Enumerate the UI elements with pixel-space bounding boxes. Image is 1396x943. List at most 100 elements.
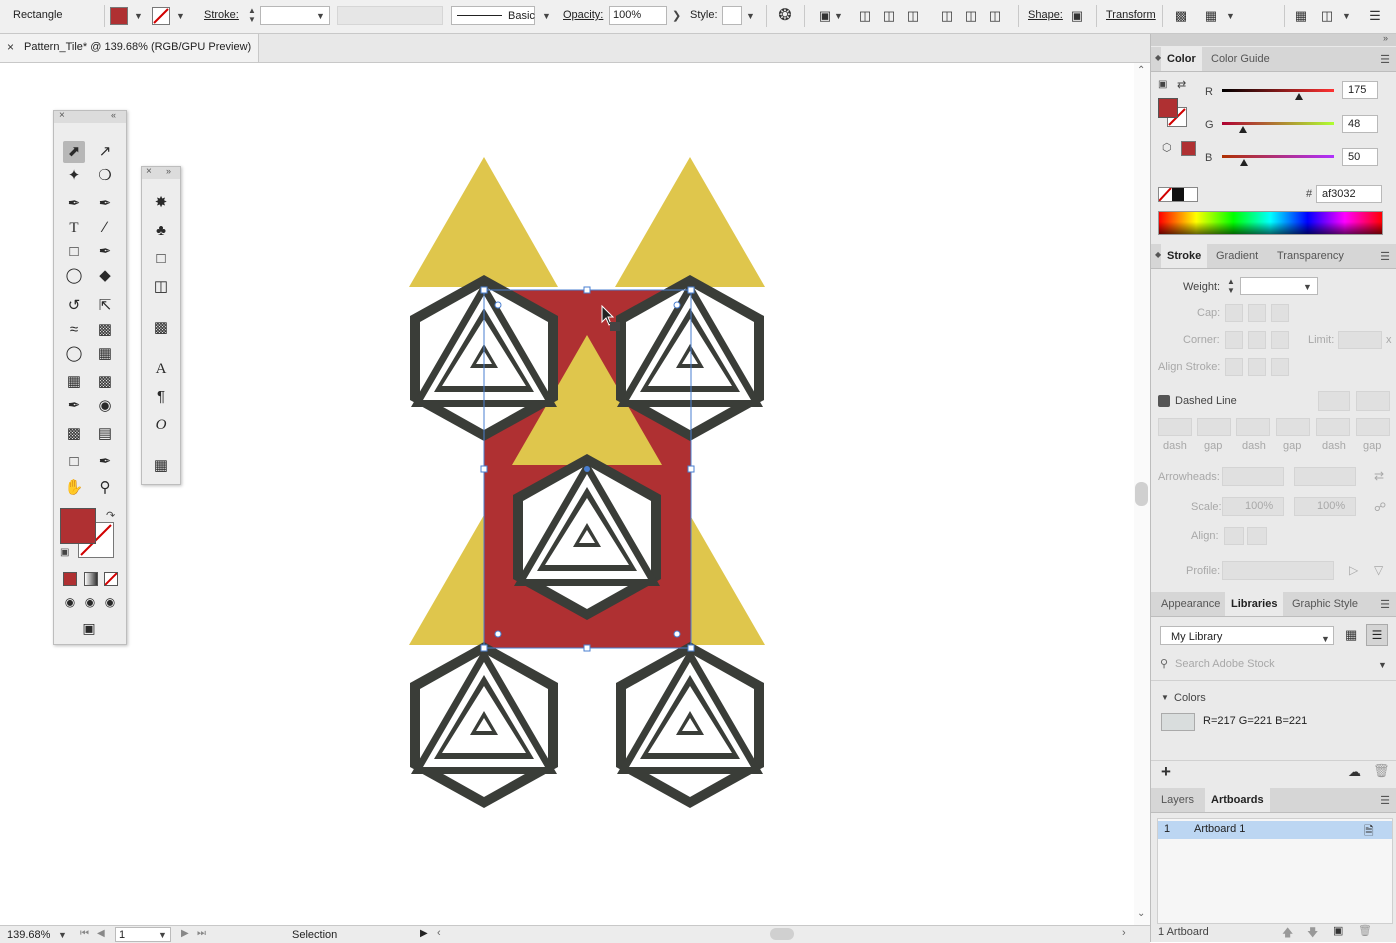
rectangle-tool-icon[interactable]: □: [63, 241, 85, 263]
pathfinder-icon[interactable]: ▩: [150, 317, 172, 339]
horizontal-scrollbar-thumb[interactable]: [770, 928, 794, 940]
color-mode-icon[interactable]: [63, 572, 77, 586]
eraser-tool-icon[interactable]: ◆: [94, 265, 116, 287]
zoom-tool-icon[interactable]: ⚲: [94, 477, 116, 499]
stroke-swatch[interactable]: [152, 7, 170, 25]
recolor-artwork-icon[interactable]: ❂: [776, 7, 794, 25]
panel-title-bar[interactable]: × »: [142, 166, 180, 179]
opacity-input[interactable]: 100%: [609, 6, 667, 25]
chevron-down-icon[interactable]: ▼: [1378, 660, 1387, 670]
round-join-icon[interactable]: [1248, 331, 1266, 349]
library-dropdown[interactable]: My Library ▼: [1160, 626, 1334, 645]
g-slider-thumb[interactable]: [1239, 126, 1248, 133]
document-tab[interactable]: × Pattern_Tile* @ 139.68% (RGB/GPU Previ…: [0, 34, 259, 62]
align-left-icon[interactable]: ◫: [856, 7, 874, 25]
dash-input[interactable]: [1316, 418, 1350, 436]
style-swatch[interactable]: [722, 6, 742, 25]
artboard-tool-icon[interactable]: □: [63, 451, 85, 473]
corner-widget[interactable]: [673, 301, 681, 309]
stroke-stepper[interactable]: ▲ ▼: [246, 6, 258, 26]
fill-color-box[interactable]: [1158, 98, 1178, 118]
corner-widget[interactable]: [494, 301, 502, 309]
g-value-input[interactable]: 48: [1342, 115, 1378, 133]
opacity-label[interactable]: Opacity:: [563, 9, 603, 21]
b-slider-thumb[interactable]: [1239, 159, 1248, 166]
link-scale-icon[interactable]: ☍: [1374, 500, 1386, 514]
envelope-icon[interactable]: ▦: [1202, 7, 1220, 25]
tab-stroke[interactable]: Stroke: [1161, 244, 1208, 268]
flip-vertical-icon[interactable]: ▽: [1374, 563, 1383, 577]
magic-wand-tool-icon[interactable]: ✦: [63, 165, 85, 187]
next-artboard-icon[interactable]: ▶: [181, 928, 189, 939]
dashed-line-checkbox[interactable]: [1158, 395, 1170, 407]
color-spectrum-bar[interactable]: [1158, 211, 1383, 235]
artboard-options-icon[interactable]: 🗎: [1364, 822, 1374, 843]
screen-mode-icon[interactable]: ▣: [78, 617, 100, 639]
shaper-tool-icon[interactable]: ◯: [63, 265, 85, 287]
close-tab-icon[interactable]: ×: [7, 40, 14, 54]
artboard-row[interactable]: 1 Artboard 1 🗎: [1158, 821, 1392, 839]
chevron-down-icon[interactable]: ▼: [1226, 11, 1235, 21]
disclosure-triangle-icon[interactable]: ▼: [1161, 693, 1169, 702]
last-artboard-icon[interactable]: ⏭: [197, 928, 206, 939]
symbols-icon[interactable]: ♣: [150, 220, 172, 242]
arrow-tip-extend-icon[interactable]: [1224, 527, 1244, 545]
flip-horizontal-icon[interactable]: ▷: [1349, 563, 1358, 577]
arrange-icon[interactable]: ▦: [1292, 7, 1310, 25]
previous-artboard-icon[interactable]: ◀: [97, 928, 105, 939]
resize-handle[interactable]: [687, 286, 695, 294]
trash-icon[interactable]: 🗑: [1373, 763, 1390, 779]
new-artboard-icon[interactable]: ▣: [1333, 924, 1343, 937]
perspective-grid-tool-icon[interactable]: ▦: [94, 343, 116, 365]
paragraph-icon[interactable]: ¶: [150, 386, 172, 408]
chevron-down-icon[interactable]: ▼: [834, 11, 843, 21]
corner-widget[interactable]: [494, 630, 502, 638]
scroll-down-icon[interactable]: ⌄: [1137, 908, 1145, 919]
first-artboard-icon[interactable]: ⏮: [80, 928, 89, 939]
hexagon-motif[interactable]: [410, 642, 558, 808]
projecting-cap-icon[interactable]: [1271, 304, 1289, 322]
zoom-level[interactable]: 139.68%: [7, 929, 50, 941]
start-scale-input[interactable]: 100%: [1222, 497, 1284, 516]
panel-menu-icon[interactable]: ☰: [1380, 794, 1390, 807]
default-colors-icon[interactable]: ▣: [1158, 79, 1167, 90]
butt-cap-icon[interactable]: [1225, 304, 1243, 322]
draw-behind-icon[interactable]: ◉: [79, 591, 101, 613]
direct-selection-tool-icon[interactable]: ↗: [94, 141, 116, 163]
opentype-icon[interactable]: O: [150, 414, 172, 436]
tab-appearance[interactable]: Appearance: [1155, 592, 1226, 616]
distribute-icon[interactable]: ◫: [1318, 7, 1336, 25]
symbol-sprayer-tool-icon[interactable]: ▩: [63, 423, 85, 445]
out-of-gamut-cube-icon[interactable]: ⬡: [1162, 141, 1172, 154]
slice-tool-icon[interactable]: ✒: [94, 451, 116, 473]
bevel-join-icon[interactable]: [1271, 331, 1289, 349]
type-tool-icon[interactable]: T: [63, 217, 85, 239]
library-color-name[interactable]: R=217 G=221 B=221: [1203, 715, 1307, 727]
end-arrowhead-dropdown[interactable]: [1294, 467, 1356, 486]
chevron-down-icon[interactable]: ▼: [1303, 282, 1312, 292]
rotate-tool-icon[interactable]: ↺: [63, 295, 85, 317]
align-to-icon[interactable]: ▣: [816, 7, 834, 25]
column-graph-tool-icon[interactable]: ▤: [94, 423, 116, 445]
swap-colors-icon[interactable]: ⇄: [1177, 78, 1186, 91]
fill-color-box[interactable]: [60, 508, 96, 544]
curvature-tool-icon[interactable]: ✒: [94, 193, 116, 215]
gradient-tool-icon[interactable]: ▩: [94, 371, 116, 393]
library-color-swatch[interactable]: [1161, 713, 1195, 731]
resize-handle[interactable]: [687, 644, 695, 652]
b-slider-track[interactable]: [1222, 155, 1334, 158]
tab-artboards[interactable]: Artboards: [1205, 788, 1270, 812]
chevron-down-icon[interactable]: ▼: [58, 930, 67, 940]
quick-swatches[interactable]: [1158, 187, 1198, 202]
r-slider-track[interactable]: [1222, 89, 1334, 92]
panel-menu-icon[interactable]: ☰: [1380, 598, 1390, 611]
start-arrowhead-dropdown[interactable]: [1222, 467, 1284, 486]
chevron-down-icon[interactable]: ▼: [176, 11, 185, 21]
paintbrush-tool-icon[interactable]: ✒: [94, 241, 116, 263]
tab-gradient[interactable]: Gradient: [1210, 244, 1264, 268]
swap-colors-icon[interactable]: ↷: [106, 509, 115, 522]
blend-tool-icon[interactable]: ◉: [94, 395, 116, 417]
status-menu-icon[interactable]: ▶: [420, 928, 428, 939]
arrow-tip-place-icon[interactable]: [1247, 527, 1267, 545]
puppet-warp-icon[interactable]: ✸: [150, 192, 172, 214]
